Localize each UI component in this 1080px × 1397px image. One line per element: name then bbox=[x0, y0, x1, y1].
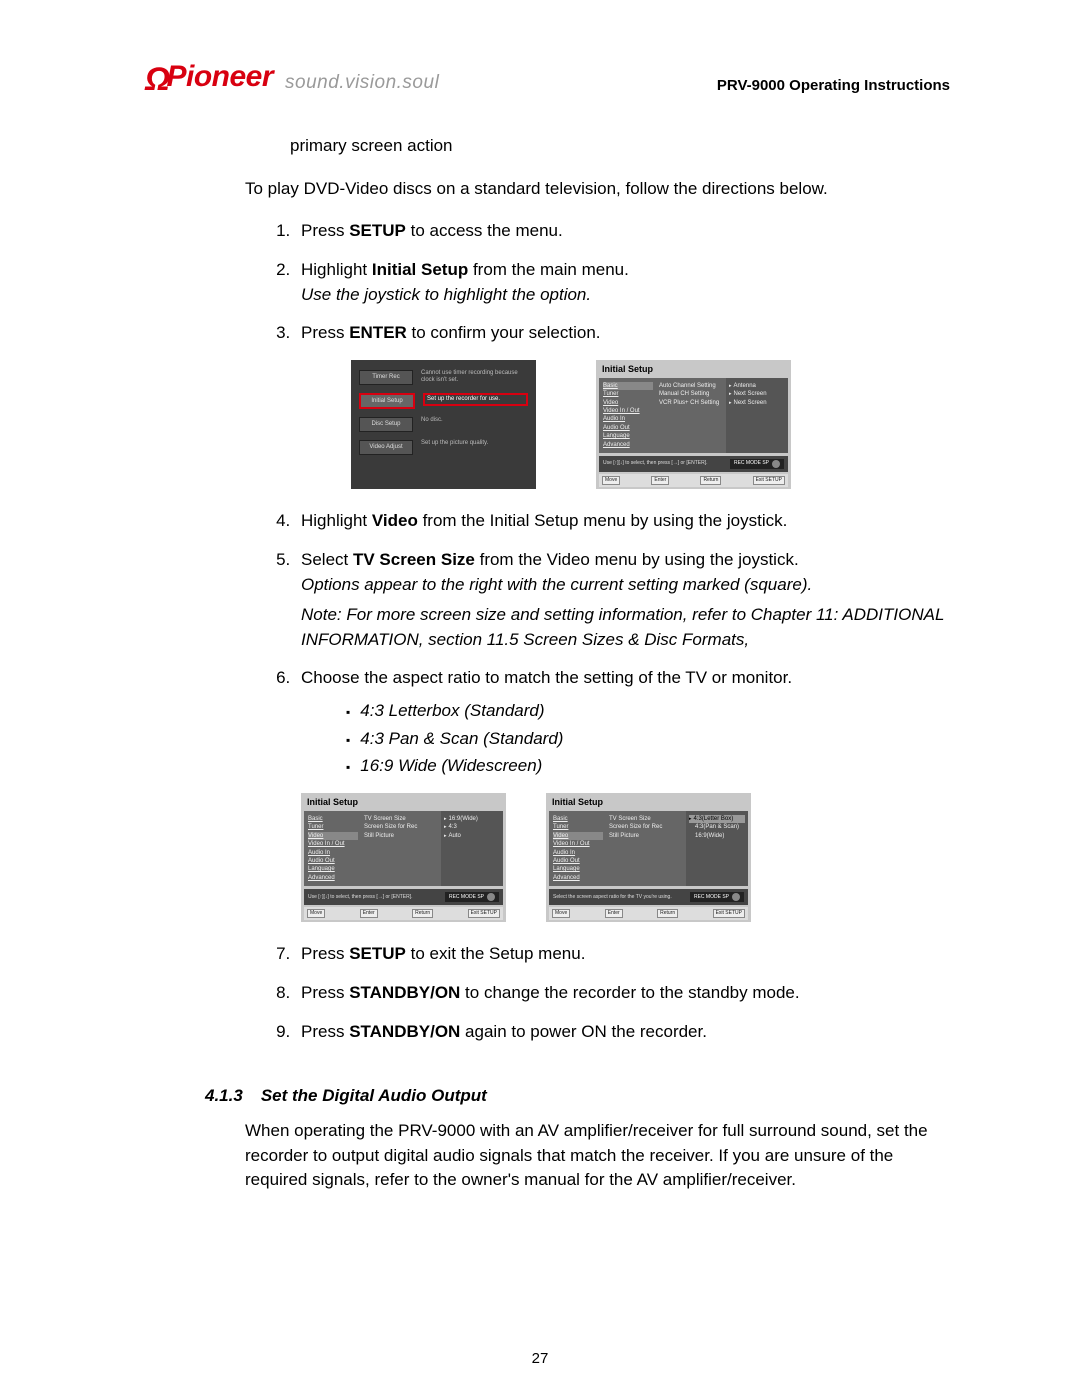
content: primary screen action To play DVD-Video … bbox=[245, 134, 950, 1193]
figure-row-2: Initial Setup Basic Tuner Video Video In… bbox=[301, 793, 950, 922]
subsection-body: When operating the PRV-9000 with an AV a… bbox=[245, 1119, 950, 1193]
logo-text: Pioneer bbox=[166, 60, 273, 94]
step-5-note: Note: For more screen size and setting i… bbox=[301, 603, 950, 652]
page-header: ΩPioneer sound.vision.soul PRV-9000 Oper… bbox=[145, 60, 950, 94]
brand: ΩPioneer sound.vision.soul bbox=[145, 60, 439, 94]
step-1: Press SETUP to access the menu. bbox=[295, 219, 950, 244]
figure-video-screen-size: Initial Setup Basic Tuner Video Video In… bbox=[301, 793, 506, 922]
primary-screen-action: primary screen action bbox=[290, 134, 950, 159]
pioneer-logo: ΩPioneer bbox=[145, 60, 273, 94]
steps-list: Press SETUP to access the menu. Highligh… bbox=[245, 219, 950, 1044]
aspect-option-3: 16:9 Wide (Widescreen) bbox=[346, 754, 950, 779]
subsection-heading: 4.1.3 Set the Digital Audio Output bbox=[205, 1084, 950, 1109]
step-3: Press ENTER to confirm your selection. T… bbox=[295, 321, 950, 489]
step-7: Press SETUP to exit the Setup menu. bbox=[295, 942, 950, 967]
figure-initial-setup-basic: Initial Setup Basic Tuner Video Video In… bbox=[596, 360, 791, 489]
figure-video-aspect-options: Initial Setup Basic Tuner Video Video In… bbox=[546, 793, 751, 922]
aspect-option-1: 4:3 Letterbox (Standard) bbox=[346, 699, 950, 724]
step-4: Highlight Video from the Initial Setup m… bbox=[295, 509, 950, 534]
intro-text: To play DVD-Video discs on a standard te… bbox=[245, 177, 950, 202]
subsection-title: Set the Digital Audio Output bbox=[261, 1084, 487, 1109]
step-5: Select TV Screen Size from the Video men… bbox=[295, 548, 950, 653]
figure-row-1: Timer RecCannot use timer recording beca… bbox=[351, 360, 950, 489]
tagline: sound.vision.soul bbox=[285, 72, 439, 94]
figure-main-menu: Timer RecCannot use timer recording beca… bbox=[351, 360, 536, 489]
aspect-option-2: 4:3 Pan & Scan (Standard) bbox=[346, 727, 950, 752]
step-9: Press STANDBY/ON again to power ON the r… bbox=[295, 1020, 950, 1045]
page-number: 27 bbox=[0, 1350, 1080, 1367]
doc-title: PRV-9000 Operating Instructions bbox=[717, 77, 950, 94]
subsection-number: 4.1.3 bbox=[205, 1084, 243, 1109]
step-6: Choose the aspect ratio to match the set… bbox=[295, 666, 950, 922]
step-8: Press STANDBY/ON to change the recorder … bbox=[295, 981, 950, 1006]
step-2: Highlight Initial Setup from the main me… bbox=[295, 258, 950, 307]
